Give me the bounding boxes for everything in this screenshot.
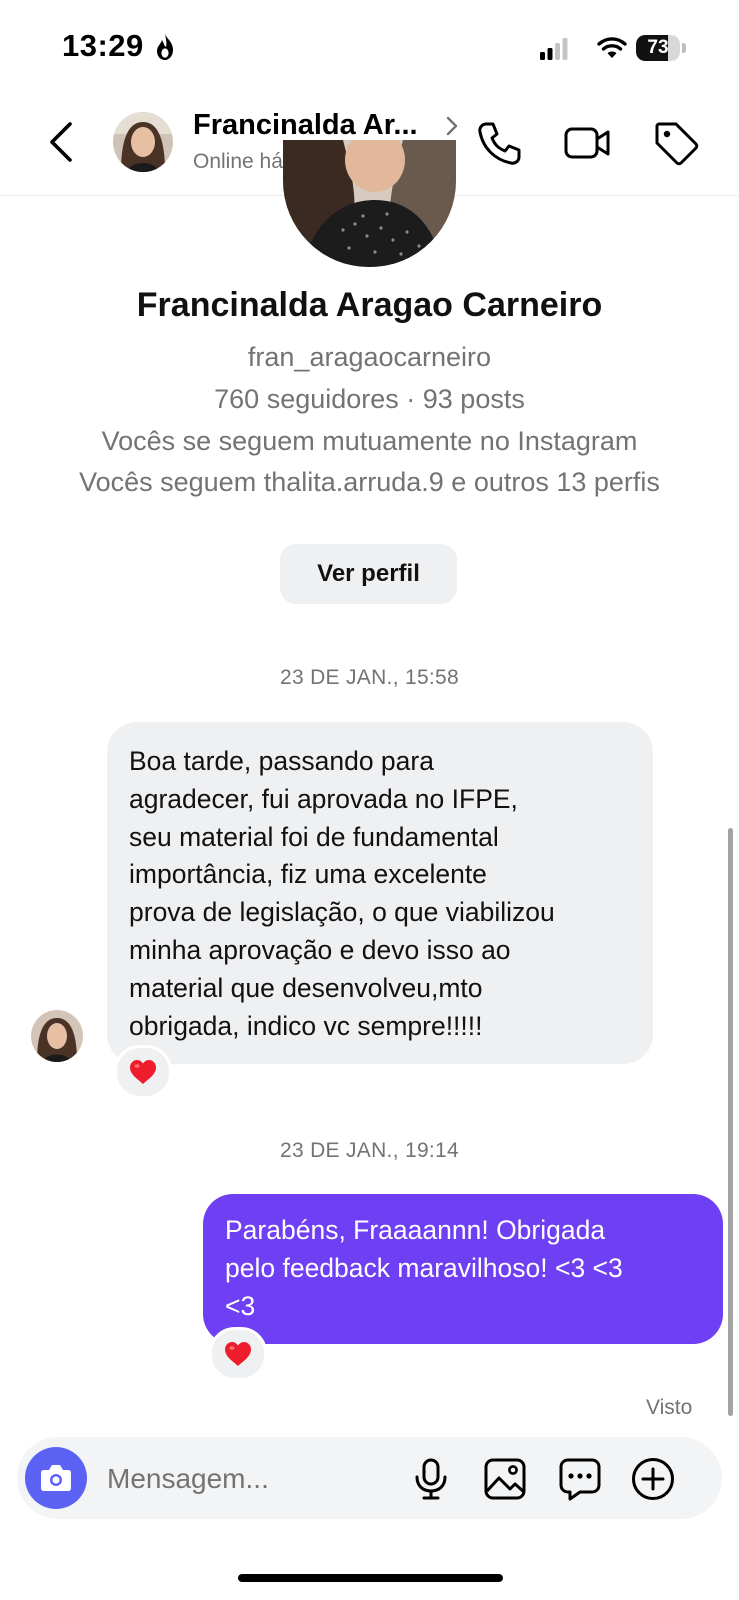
cellular-signal-icon (540, 38, 568, 60)
heart-icon (130, 1060, 156, 1084)
heart-reaction[interactable] (114, 1045, 172, 1099)
wifi-icon (597, 37, 627, 58)
incoming-message-bubble[interactable]: Boa tarde, passando para agradecer, fui … (107, 722, 653, 1064)
date-separator: 23 DE JAN., 19:14 (279, 1139, 460, 1162)
gallery-icon[interactable] (483, 1457, 527, 1501)
heart-reaction[interactable] (209, 1327, 267, 1381)
heart-icon (225, 1342, 251, 1366)
profile-photo[interactable] (283, 140, 456, 267)
profile-full-name: Francinalda Aragao Carneiro (136, 286, 603, 324)
seen-status: Visto (646, 1396, 693, 1419)
profile-username: fran_aragaocarneiro (247, 342, 492, 372)
message-input[interactable] (105, 1453, 409, 1505)
back-arrow-icon[interactable] (46, 120, 76, 164)
profile-stats: 760 seguidores · 93 posts (214, 384, 525, 414)
camera-button[interactable] (25, 1447, 87, 1509)
battery-percent: 73 (647, 37, 669, 58)
home-indicator (238, 1574, 503, 1582)
scrollbar[interactable] (728, 828, 733, 1416)
video-camera-icon[interactable] (563, 119, 611, 167)
status-time: 13:29 (62, 28, 144, 63)
battery-indicator: 73 (636, 35, 686, 63)
tag-icon[interactable] (652, 119, 700, 167)
sender-avatar[interactable] (31, 1010, 83, 1062)
camera-icon (41, 1465, 71, 1491)
date-separator: 23 DE JAN., 15:58 (279, 666, 460, 689)
microphone-icon[interactable] (409, 1457, 453, 1501)
sticker-chat-icon[interactable] (558, 1457, 602, 1501)
outgoing-message-bubble[interactable]: Parabéns, Fraaaannn! Obrigada pelo feedb… (203, 1194, 723, 1344)
contact-avatar[interactable] (113, 112, 173, 172)
view-profile-button[interactable]: Ver perfil (280, 544, 457, 604)
contact-name[interactable]: Francinalda Ar... (193, 109, 418, 142)
message-composer (17, 1437, 722, 1519)
mutual-follow-text: Vocês se seguem mutuamente no Instagram (101, 426, 638, 456)
followed-by-text: Vocês seguem thalita.arruda.9 e outros 1… (79, 467, 660, 497)
add-icon[interactable] (631, 1457, 675, 1501)
flame-icon (157, 34, 173, 60)
chevron-right-icon[interactable] (445, 115, 459, 137)
phone-icon[interactable] (475, 119, 523, 167)
